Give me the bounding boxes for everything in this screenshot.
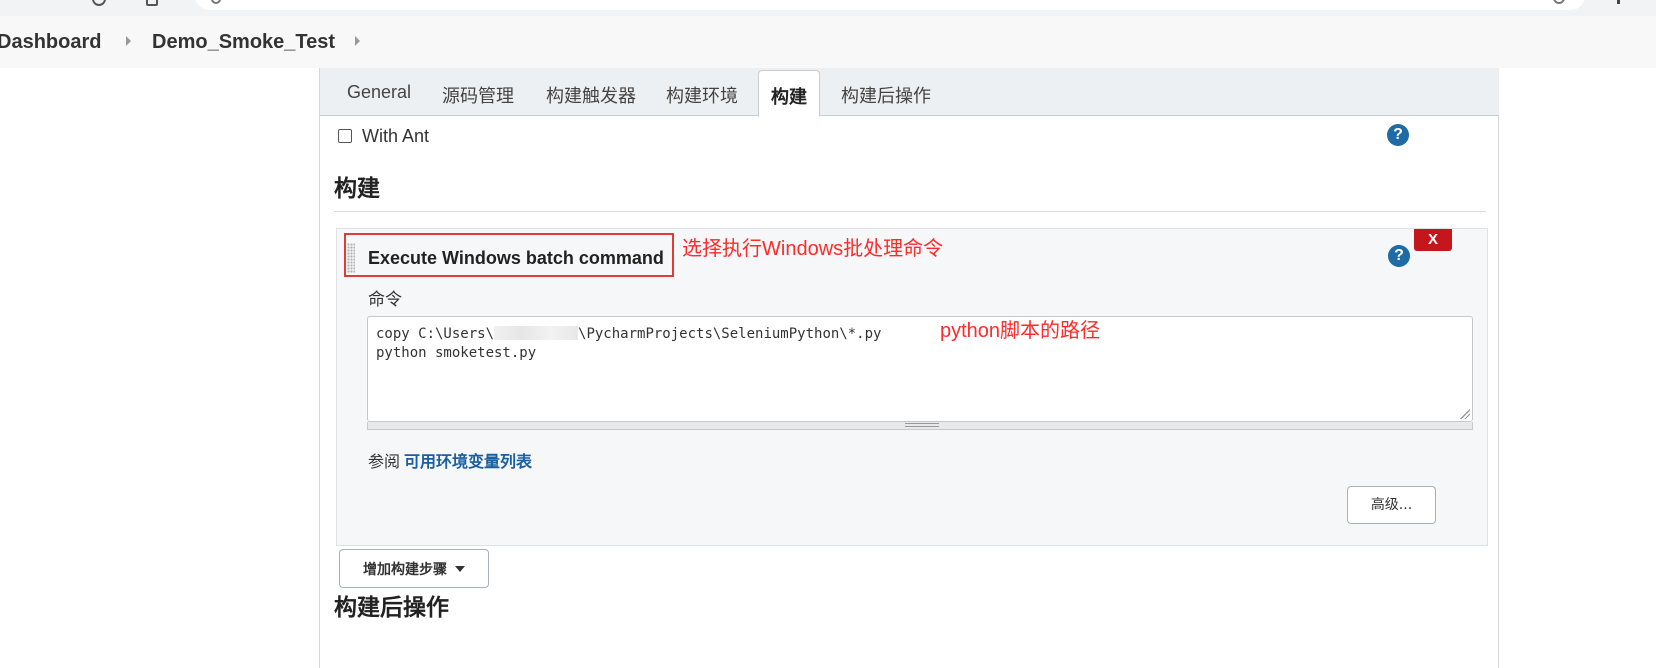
extension-icon[interactable] xyxy=(146,0,158,6)
redacted-username xyxy=(494,326,579,340)
tab-post-build[interactable]: 构建后操作 xyxy=(841,82,931,108)
tab-environment[interactable]: 构建环境 xyxy=(666,82,738,108)
see-also-label: 参阅 xyxy=(368,452,401,471)
build-section-title: 构建 xyxy=(334,176,380,202)
add-build-step-label: 增加构建步骤 xyxy=(363,561,447,578)
resize-icon[interactable] xyxy=(1460,409,1470,419)
with-ant-checkbox[interactable] xyxy=(338,128,352,143)
config-panel: General 源码管理 构建触发器 构建环境 构建 构建后操作 With An… xyxy=(319,68,1499,668)
menu-icon[interactable] xyxy=(1617,0,1620,4)
command-line-2: python smoketest.py xyxy=(376,345,537,361)
chevron-right-icon[interactable] xyxy=(126,36,131,46)
with-ant-option[interactable]: With Ant xyxy=(338,126,429,147)
annotation-select-command: 选择执行Windows批处理命令 xyxy=(682,238,944,260)
tab-general[interactable]: General xyxy=(347,82,411,103)
delete-step-button[interactable]: X xyxy=(1414,229,1452,251)
address-bar[interactable] xyxy=(195,0,1585,10)
annotation-script-path: python脚本的路径 xyxy=(940,320,1101,342)
section-divider xyxy=(334,211,1486,212)
env-vars-link[interactable]: 可用环境变量列表 xyxy=(404,452,532,471)
post-build-section-title: 构建后操作 xyxy=(334,595,449,621)
help-icon[interactable]: ? xyxy=(1387,124,1409,146)
textarea-resize-bar[interactable] xyxy=(367,422,1473,430)
command-textarea[interactable]: copy C:\Users\ \PycharmProjects\SeleniumP… xyxy=(367,316,1473,422)
tab-scm[interactable]: 源码管理 xyxy=(442,82,514,108)
resize-knob[interactable] xyxy=(905,423,939,427)
breadcrumb: Dashboard Demo_Smoke_Test xyxy=(0,16,1656,68)
help-icon[interactable]: ? xyxy=(1388,245,1410,267)
tab-bar: General 源码管理 构建触发器 构建环境 构建 构建后操作 xyxy=(320,68,1499,117)
step-title: Execute Windows batch command xyxy=(368,248,664,268)
add-build-step-button[interactable]: 增加构建步骤 xyxy=(339,549,489,588)
command-line-1: copy C:\Users\ \PycharmProjects\SeleniumP… xyxy=(376,326,882,342)
build-step: Execute Windows batch command 选择执行Window… xyxy=(336,228,1488,546)
command-label: 命令 xyxy=(368,290,402,310)
breadcrumb-dashboard[interactable]: Dashboard xyxy=(0,31,101,54)
advanced-button[interactable]: 高级... xyxy=(1347,486,1436,524)
env-vars-row: 参阅 可用环境变量列表 xyxy=(368,448,532,472)
with-ant-label: With Ant xyxy=(362,126,430,146)
tab-build[interactable]: 构建 xyxy=(758,70,820,117)
reload-icon[interactable] xyxy=(92,0,106,6)
caret-down-icon xyxy=(455,565,465,572)
tab-triggers[interactable]: 构建触发器 xyxy=(546,82,636,108)
breadcrumb-project[interactable]: Demo_Smoke_Test xyxy=(152,31,335,54)
chevron-right-icon[interactable] xyxy=(355,36,360,46)
browser-toolbar xyxy=(0,0,1656,16)
